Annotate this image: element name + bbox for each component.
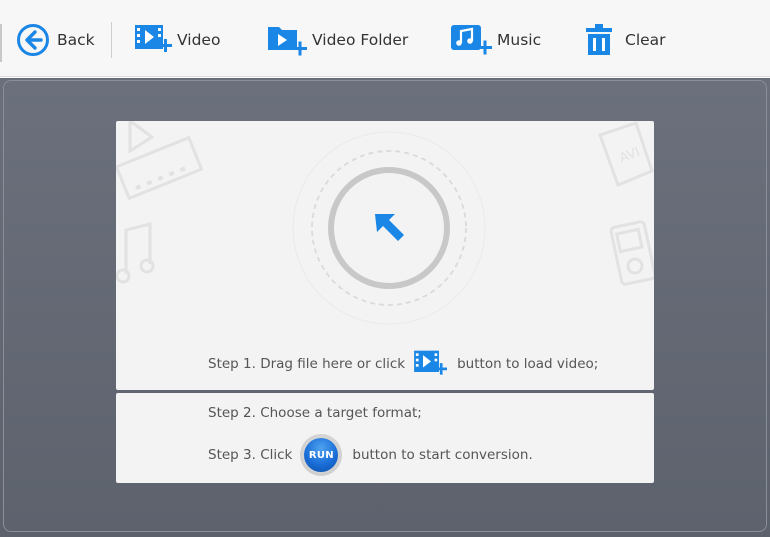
avi-file-decoration-icon: AVI bbox=[598, 121, 654, 187]
toolbar-edge bbox=[0, 24, 2, 62]
drop-target[interactable] bbox=[289, 131, 489, 331]
add-video-folder-button[interactable]: Video Folder bbox=[267, 19, 408, 61]
toolbar-separator bbox=[111, 22, 112, 58]
add-video-folder-icon bbox=[268, 27, 307, 56]
add-music-button[interactable]: Music bbox=[450, 19, 541, 61]
run-button[interactable]: RUN bbox=[300, 434, 343, 476]
back-button[interactable]: Back bbox=[16, 19, 95, 61]
music-note-decoration-icon bbox=[116, 222, 155, 284]
back-label: Back bbox=[57, 31, 95, 49]
add-music-label: Music bbox=[497, 31, 542, 49]
add-video-folder-label: Video Folder bbox=[312, 31, 409, 49]
step-1-instruction: Step 1. Drag file here or click button t… bbox=[208, 349, 598, 379]
toolbar: Back Video Video Folder Music Clear bbox=[0, 0, 770, 77]
add-video-icon bbox=[135, 25, 172, 52]
step-3-instruction: Step 3. Click RUN button to start conver… bbox=[208, 434, 533, 476]
add-music-icon bbox=[451, 25, 492, 55]
back-arrow-icon bbox=[17, 24, 49, 56]
svg-text:AVI: AVI bbox=[617, 145, 642, 167]
steps-panel: Step 2. Choose a target format; Step 3. … bbox=[116, 393, 654, 483]
step-3-text: Step 3. Click bbox=[208, 447, 293, 463]
step-2-instruction: Step 2. Choose a target format; bbox=[208, 405, 422, 421]
add-video-inline-icon[interactable] bbox=[411, 348, 451, 380]
step-1-text-end: button to load video; bbox=[457, 356, 599, 372]
step-3-text-end: button to start conversion. bbox=[352, 447, 533, 463]
step-1-text: Step 1. Drag file here or click bbox=[208, 356, 406, 372]
clear-button[interactable]: Clear bbox=[585, 19, 666, 61]
drop-zone[interactable]: AVI Step 1. Drag file here or click butt… bbox=[116, 121, 654, 390]
add-video-label: Video bbox=[177, 31, 221, 49]
media-player-decoration-icon bbox=[609, 220, 654, 286]
trash-icon bbox=[586, 24, 612, 55]
film-strip-decoration-icon bbox=[116, 121, 204, 201]
clear-label: Clear bbox=[625, 31, 666, 49]
add-video-button[interactable]: Video bbox=[134, 19, 220, 61]
run-label: RUN bbox=[304, 438, 339, 472]
